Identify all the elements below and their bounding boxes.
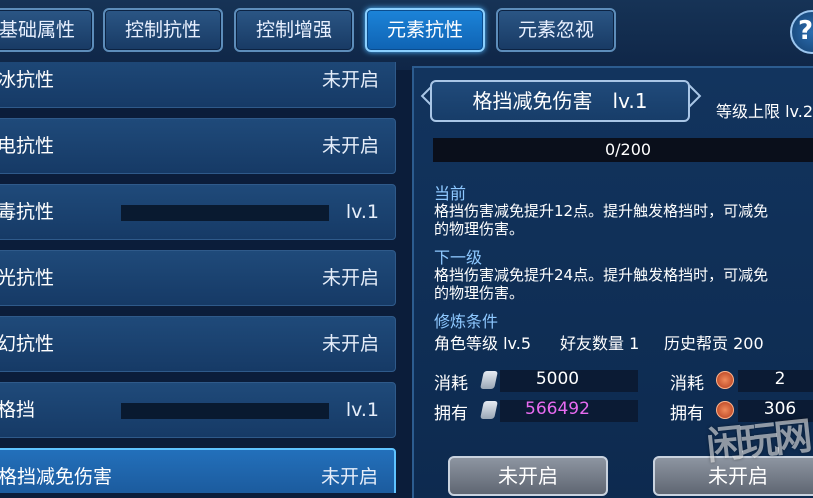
tab-basic-attributes[interactable]: 基础属性 <box>0 8 94 52</box>
level-bar <box>121 403 329 419</box>
scroll-consume-label: 消耗 <box>434 374 468 394</box>
tab-control-resistance[interactable]: 控制抗性 <box>103 8 223 52</box>
progress-text: 0/200 <box>604 140 652 159</box>
list-item-block-damage-reduction[interactable]: 格挡减免伤害 未开启 <box>0 448 396 493</box>
list-item-illusion-resistance[interactable]: 幻抗性 未开启 <box>0 316 396 372</box>
level-bar <box>121 205 329 221</box>
list-item-light-resistance[interactable]: 光抗性 未开启 <box>0 250 396 306</box>
list-item-status: 未开启 <box>321 69 379 91</box>
list-item-label: 格挡减免伤害 <box>0 466 113 488</box>
list-item-label: 冰抗性 <box>0 69 55 91</box>
tab-control-enhance[interactable]: 控制增强 <box>234 8 354 52</box>
requirements-heading: 修炼条件 <box>434 312 499 331</box>
requirement-role-level: 角色等级 lv.5 <box>434 334 532 353</box>
list-item-status: 未开启 <box>320 466 378 488</box>
scroll-consume-value: 5000 <box>535 369 580 389</box>
requirement-contribution: 历史帮贡 200 <box>664 334 764 353</box>
list-item-status: 未开启 <box>321 267 379 289</box>
list-item-ice-resistance[interactable]: 冰抗性 未开启 <box>0 62 396 108</box>
list-item-electric-resistance[interactable]: 电抗性 未开启 <box>0 118 396 174</box>
tab-element-resistance[interactable]: 元素抗性 <box>365 8 485 52</box>
list-item-label: 电抗性 <box>0 135 55 157</box>
list-item-label: 光抗性 <box>0 267 55 289</box>
next-level-heading: 下一级 <box>434 248 483 267</box>
next-description-line1: 格挡伤害减免提升24点。提升触发格挡时，可减免 <box>434 266 769 284</box>
requirement-friends: 好友数量 1 <box>560 334 640 353</box>
list-item-status: lv.1 <box>345 201 379 223</box>
coin-icon <box>716 371 734 389</box>
list-item-status: 未开启 <box>321 333 379 355</box>
skill-title: 格挡减免伤害 lv.1 <box>430 80 690 122</box>
tab-element-ignore[interactable]: 元素忽视 <box>496 8 616 52</box>
coin-own-label: 拥有 <box>670 404 704 424</box>
unopened-button-left[interactable]: 未开启 <box>448 456 608 496</box>
list-item-label: 格挡 <box>0 399 36 421</box>
scroll-own-label: 拥有 <box>434 404 468 424</box>
level-cap: 等级上限 lv.2 <box>716 102 813 121</box>
scroll-own-value: 566492 <box>525 399 590 419</box>
list-item-block[interactable]: 格挡 lv.1 <box>0 382 396 438</box>
progress-bar: 0/200 <box>433 138 813 162</box>
list-item-status: lv.1 <box>345 399 379 421</box>
list-item-poison-resistance[interactable]: 毒抗性 lv.1 <box>0 184 396 240</box>
list-item-status: 未开启 <box>321 135 379 157</box>
current-heading: 当前 <box>434 184 467 203</box>
resistance-list: 冰抗性 未开启 电抗性 未开启 毒抗性 lv.1 光抗性 未开启 幻抗性 未开启… <box>0 62 408 493</box>
tab-bar: 基础属性 控制抗性 控制增强 元素抗性 元素忽视 <box>0 8 813 54</box>
list-item-label: 幻抗性 <box>0 333 55 355</box>
list-item-label: 毒抗性 <box>0 201 55 223</box>
current-description-line2: 的物理伤害。 <box>434 220 525 238</box>
coin-consume-label: 消耗 <box>670 374 704 394</box>
current-description-line1: 格挡伤害减免提升12点。提升触发格挡时，可减免 <box>434 202 769 220</box>
coin-consume-value: 2 <box>774 369 786 389</box>
next-description-line2: 的物理伤害。 <box>434 284 525 302</box>
site-watermark: 闲玩网 <box>704 413 811 469</box>
